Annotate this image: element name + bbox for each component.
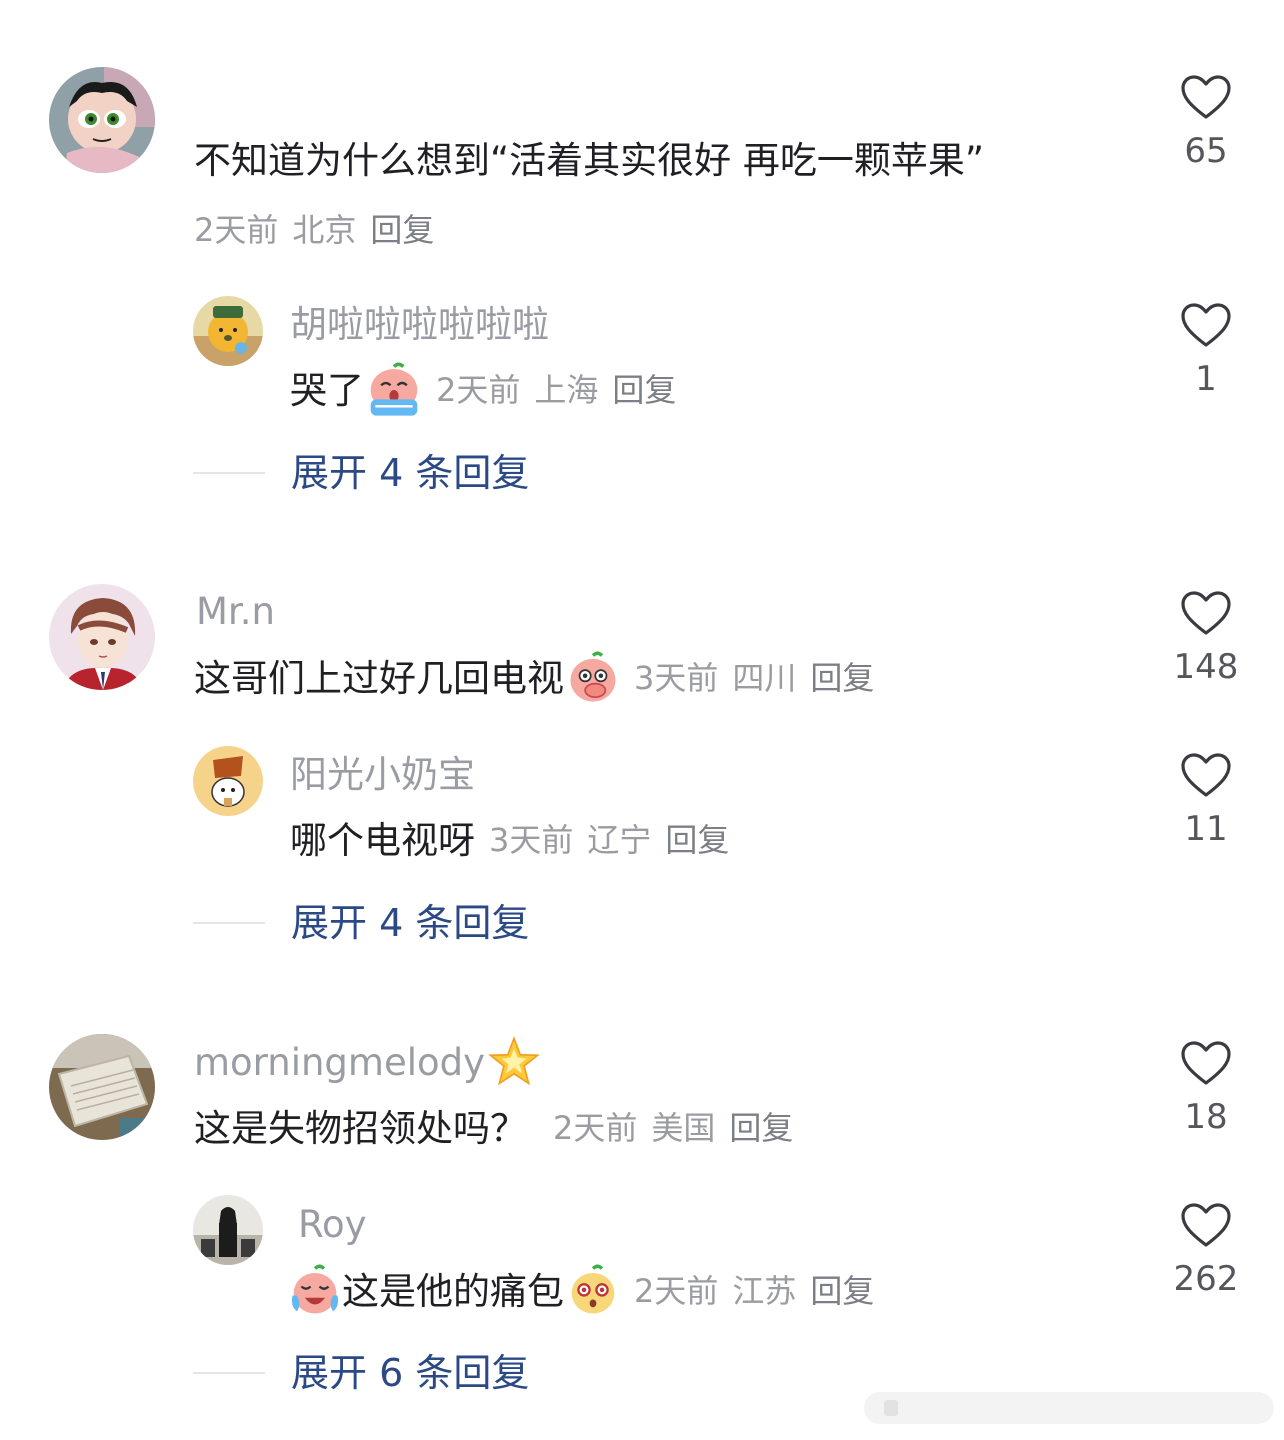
reply-button[interactable]: 回复 xyxy=(665,824,729,856)
like-count: 11 xyxy=(1184,809,1228,849)
comment-meta: 2天前 北京 回复 xyxy=(194,214,434,246)
covering-mouth-emoji xyxy=(570,651,616,702)
comment-text: 不知道为什么想到“活着其实很好 再吃一颗苹果” xyxy=(194,139,985,182)
avatar[interactable] xyxy=(49,67,155,173)
expand-replies[interactable]: 展开 4 条回复 xyxy=(193,904,529,942)
reply-button[interactable]: 回复 xyxy=(370,214,434,246)
heart-icon[interactable] xyxy=(1180,752,1232,798)
comment-time: 2天前 xyxy=(194,211,279,249)
reply-username[interactable]: 胡啦啦啦啦啦啦 xyxy=(290,306,549,343)
heart-icon[interactable] xyxy=(1180,74,1232,120)
expand-replies-label[interactable]: 展开 4 条回复 xyxy=(291,904,529,942)
expand-replies-label[interactable]: 展开 6 条回复 xyxy=(291,1354,529,1392)
reply-button[interactable]: 回复 xyxy=(810,1275,874,1307)
reply-button[interactable]: 回复 xyxy=(810,662,874,694)
comment-username[interactable]: Mr.n xyxy=(196,593,275,630)
star-icon xyxy=(488,1035,540,1086)
comment-username-line: morningmelody xyxy=(194,1035,541,1088)
avatar[interactable] xyxy=(193,746,263,816)
reply-button[interactable]: 回复 xyxy=(729,1112,793,1144)
reply-text: 这是他的痛包 2天前 江苏 回复 xyxy=(288,1264,874,1318)
like-count: 1 xyxy=(1195,359,1217,399)
watermark xyxy=(864,1392,1274,1424)
comment-text: 这哥们上过好几回电视 3天前 四川 回复 xyxy=(194,651,874,704)
comment-time: 3天前 xyxy=(634,659,719,697)
reply-time: 2天前 xyxy=(436,371,521,409)
divider xyxy=(193,922,265,924)
like-control[interactable]: 18 xyxy=(1146,1040,1266,1134)
reply-location: 上海 xyxy=(534,371,599,409)
expand-replies[interactable]: 展开 4 条回复 xyxy=(193,454,529,492)
like-control[interactable]: 148 xyxy=(1146,590,1266,684)
comment-text: 这是失物招领处吗？ 2天前 美国 回复 xyxy=(194,1106,794,1150)
reply-text: 哪个电视呀 3天前 辽宁 回复 xyxy=(290,818,730,862)
expand-replies-label[interactable]: 展开 4 条回复 xyxy=(291,454,529,492)
reply-username[interactable]: Roy xyxy=(298,1206,367,1243)
reply-username[interactable]: 阳光小奶宝 xyxy=(290,756,475,793)
comment-location: 美国 xyxy=(651,1109,716,1147)
avatar[interactable] xyxy=(193,1195,263,1265)
comment-location: 四川 xyxy=(732,659,797,697)
divider xyxy=(193,1372,265,1374)
like-count: 18 xyxy=(1184,1097,1228,1137)
like-control[interactable]: 1 xyxy=(1146,302,1266,396)
comment-time: 2天前 xyxy=(553,1109,638,1147)
expand-replies[interactable]: 展开 6 条回复 xyxy=(193,1354,529,1392)
heart-icon[interactable] xyxy=(1180,1202,1232,1248)
heart-icon[interactable] xyxy=(1180,1040,1232,1086)
comment-username[interactable]: morningmelody xyxy=(194,1044,485,1081)
like-count: 262 xyxy=(1173,1259,1239,1299)
heart-icon[interactable] xyxy=(1180,590,1232,636)
reply-location: 辽宁 xyxy=(587,821,652,859)
like-control[interactable]: 262 xyxy=(1146,1202,1266,1296)
reply-button[interactable]: 回复 xyxy=(612,374,676,406)
divider xyxy=(193,472,265,474)
like-control[interactable]: 65 xyxy=(1146,74,1266,168)
avatar[interactable] xyxy=(193,296,263,366)
laughing-crying-emoji xyxy=(291,1264,339,1314)
avatar[interactable] xyxy=(49,1034,155,1140)
shocked-emoji xyxy=(571,1264,615,1314)
comment-location: 北京 xyxy=(292,211,357,249)
heart-icon[interactable] xyxy=(1180,302,1232,348)
like-count: 148 xyxy=(1173,647,1239,687)
reply-time: 3天前 xyxy=(489,821,574,859)
reply-location: 江苏 xyxy=(732,1272,797,1310)
crying-emoji xyxy=(370,362,418,416)
avatar[interactable] xyxy=(49,584,155,690)
reply-text: 哭了 2天前 上海 回复 xyxy=(290,362,676,416)
like-control[interactable]: 11 xyxy=(1146,752,1266,846)
like-count: 65 xyxy=(1184,131,1228,171)
reply-time: 2天前 xyxy=(634,1272,719,1310)
